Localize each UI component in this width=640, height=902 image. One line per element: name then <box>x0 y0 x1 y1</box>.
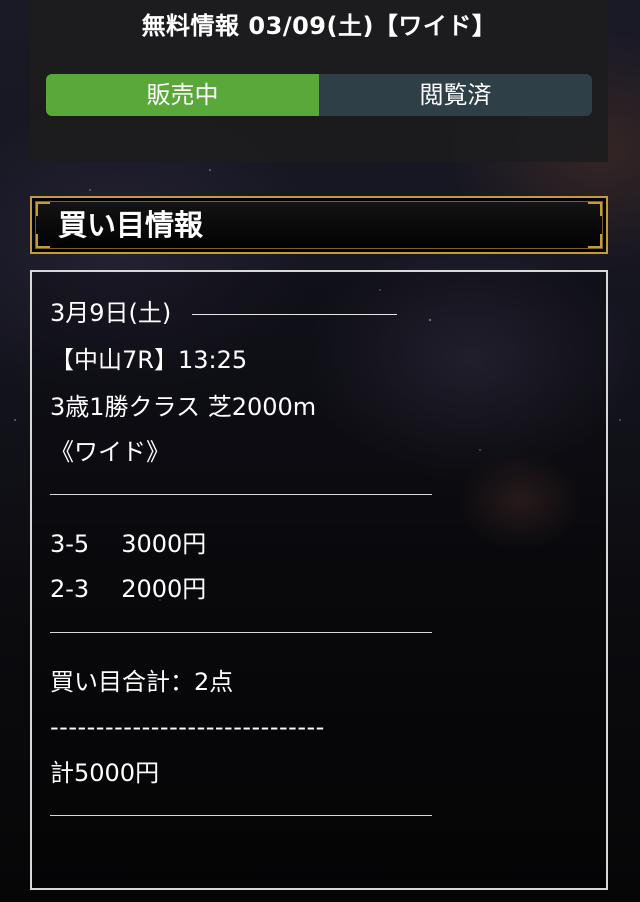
frame-corner-ornament <box>36 234 50 248</box>
frame-corner-ornament <box>588 234 602 248</box>
bet-combo: 2-3 <box>50 575 90 603</box>
bet-amount: 2000円 <box>121 575 207 603</box>
total-amount: 計5000円 <box>50 759 160 787</box>
bet-info-box: 3月9日(土) 【中山7R】13:25 3歳1勝クラス 芝2000m 《ワイド》… <box>30 270 608 890</box>
race-class: 3歳1勝クラス 芝2000m <box>50 393 317 421</box>
divider <box>50 494 432 495</box>
frame-corner-ornament <box>588 202 602 216</box>
tab-viewed[interactable]: 閲覧済 <box>319 74 592 116</box>
page-title: 無料情報 03/09(土)【ワイド】 <box>141 12 497 40</box>
bet-amount: 3000円 <box>121 530 207 558</box>
frame-corner-ornament <box>36 202 50 216</box>
dashed-separator: ------------------------------ <box>50 713 325 741</box>
page: 無料情報 03/09(土)【ワイド】 販売中 閲覧済 買い目情報 3月9日(土)… <box>0 0 640 902</box>
tab-on-sale[interactable]: 販売中 <box>46 74 319 116</box>
bet-row: 2-3 2000円 <box>50 572 206 606</box>
bet-combo: 3-5 <box>50 530 90 558</box>
free-info-panel: 無料情報 03/09(土)【ワイド】 販売中 閲覧済 <box>30 0 608 162</box>
race-date: 3月9日(土) <box>50 299 172 327</box>
divider <box>50 815 432 816</box>
section-header: 買い目情報 <box>30 196 608 254</box>
bet-row: 3-5 3000円 <box>50 527 206 561</box>
date-rule <box>192 314 397 315</box>
status-tabs: 販売中 閲覧済 <box>46 74 592 116</box>
total-points: 買い目合計：2点 <box>50 668 234 696</box>
section-title: 買い目情報 <box>58 208 204 242</box>
race-venue-time: 【中山7R】13:25 <box>50 346 248 374</box>
divider <box>50 632 432 633</box>
bet-type: 《ワイド》 <box>50 438 170 466</box>
